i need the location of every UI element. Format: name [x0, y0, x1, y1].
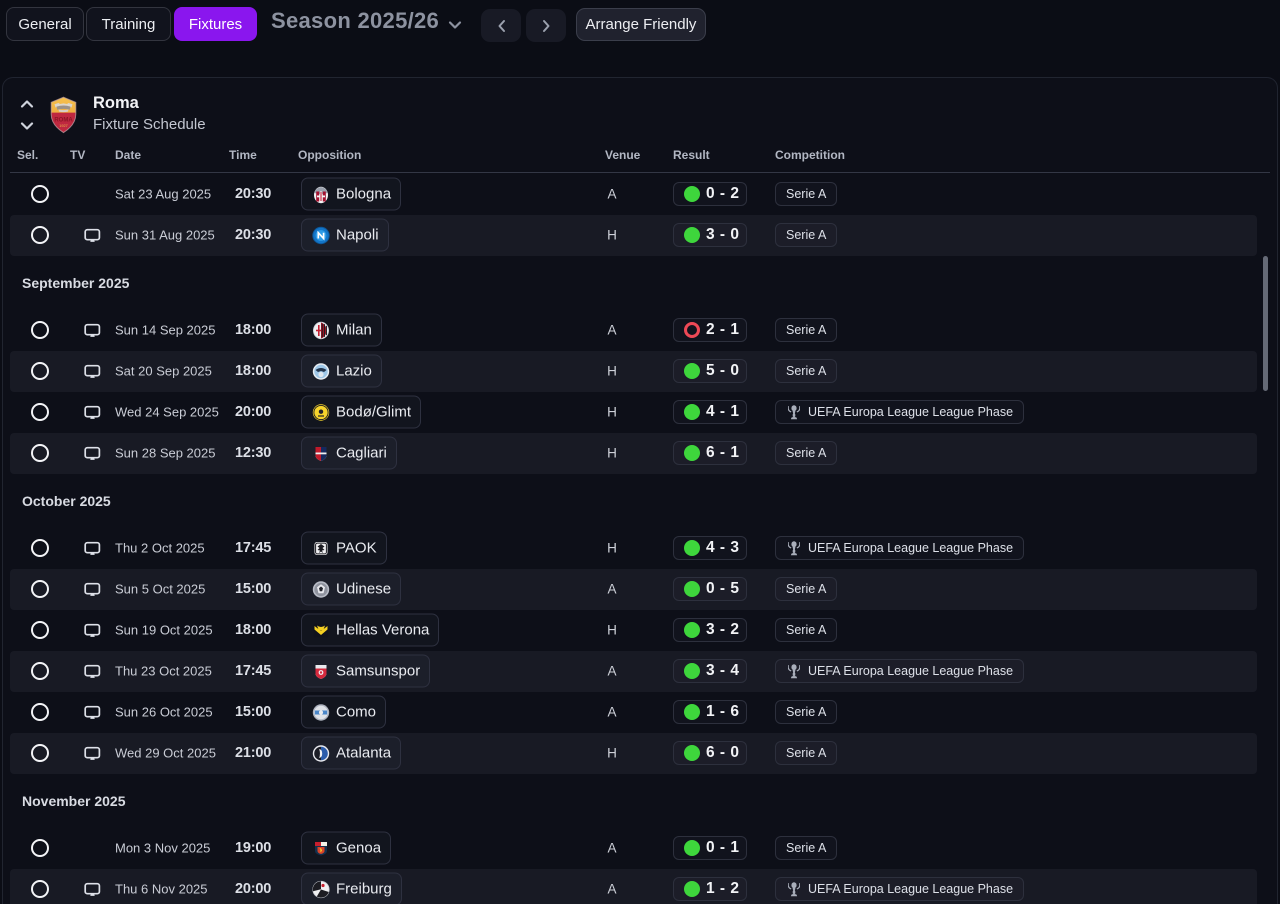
- svg-text:ROMA: ROMA: [54, 118, 73, 124]
- svg-text:1927: 1927: [59, 124, 67, 128]
